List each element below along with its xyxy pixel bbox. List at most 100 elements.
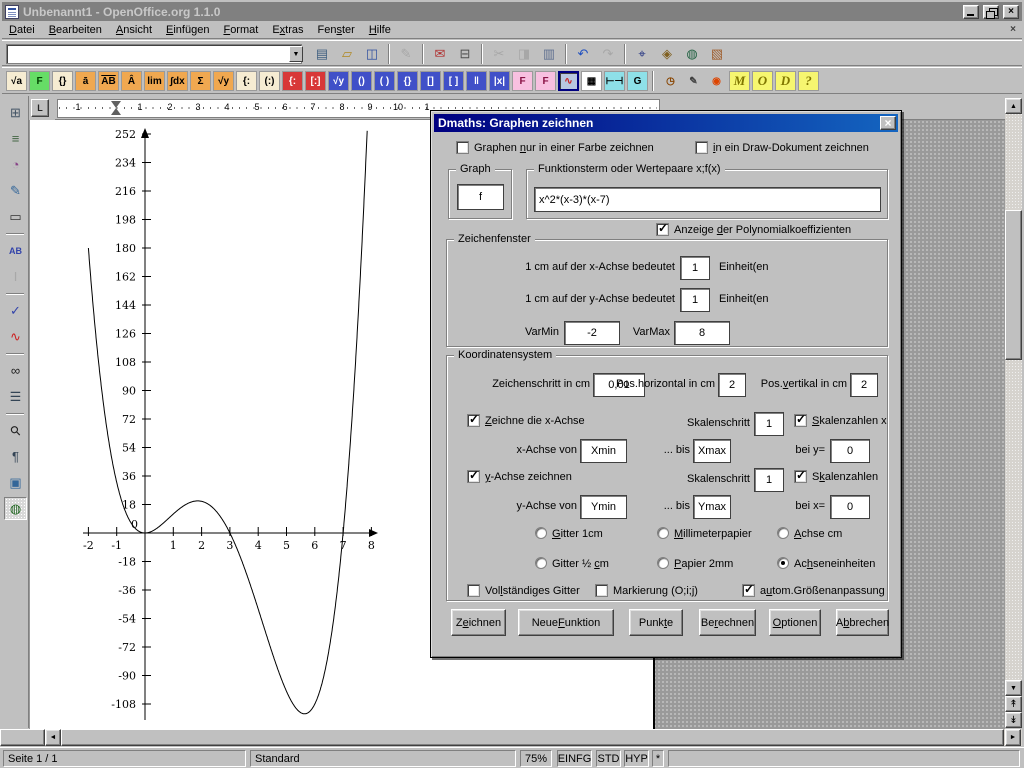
url-combobox[interactable]: ▼ — [6, 44, 302, 64]
blue-braces-icon[interactable]: {} — [397, 71, 418, 91]
maths-o-icon[interactable]: O — [752, 71, 773, 91]
vector-icon[interactable]: ā — [75, 71, 96, 91]
segment-ab-icon[interactable]: AB — [98, 71, 119, 91]
status-zoom[interactable]: 75% — [520, 750, 552, 767]
spiral-icon[interactable]: ◉ — [706, 71, 727, 91]
close-document-icon[interactable]: × — [1006, 23, 1020, 36]
restore-button[interactable] — [983, 5, 999, 19]
sqrt-a-icon[interactable]: √a — [6, 71, 27, 91]
radio-gitter-halb-cm[interactable]: Gitter ½ cm — [535, 557, 609, 570]
parens-small-icon[interactable]: () — [351, 71, 372, 91]
vertical-scrollbar[interactable]: ▲ ▼ ↟ ↡ — [1005, 98, 1022, 728]
draw-functions-icon[interactable]: ✎ — [4, 179, 27, 202]
function-f-icon[interactable]: F — [29, 71, 50, 91]
axes-icon[interactable]: ⊢⊣ — [604, 71, 625, 91]
horizontal-scrollbar-thumb[interactable] — [61, 729, 1004, 746]
previous-page-icon[interactable]: ↟ — [1005, 696, 1022, 712]
status-selection-mode[interactable]: STD — [596, 750, 621, 767]
status-page[interactable]: Seite 1 / 1 — [3, 750, 246, 767]
sum-icon[interactable]: Σ — [190, 71, 211, 91]
checkbox-skalenzahlen-y[interactable]: Skalenzahlen — [794, 470, 878, 483]
dmaths-help-icon[interactable]: ? — [798, 71, 819, 91]
checkbox-draw-document[interactable]: in ein Draw-Dokument zeichnen — [695, 141, 869, 154]
graph-window-icon[interactable]: ∿ — [558, 71, 579, 91]
abs-icon[interactable]: |x| — [489, 71, 510, 91]
zoom-icon[interactable]: ⚲ — [4, 419, 27, 442]
checkbox-autosize[interactable]: autom.Größenanpassung — [742, 584, 885, 597]
next-page-icon[interactable]: ↡ — [1005, 712, 1022, 728]
scroll-up-icon[interactable]: ▲ — [1005, 98, 1022, 114]
brackets-small-icon[interactable]: [] — [420, 71, 441, 91]
graphics-toggle-icon[interactable]: ▣ — [4, 471, 27, 494]
varmax-field[interactable]: 8 — [674, 321, 730, 345]
insert-table-icon[interactable]: ⊞ — [4, 101, 27, 124]
checkbox-draw-y-axis[interactable]: y-Achse zeichnen — [467, 470, 572, 483]
x-scale-field[interactable]: 1 — [680, 256, 710, 280]
y-from-field[interactable]: Ymin — [580, 495, 627, 519]
bei-y-field[interactable]: 0 — [830, 439, 870, 463]
skalenschritt-y-field[interactable]: 1 — [754, 468, 784, 492]
maths-m-icon[interactable]: M — [729, 71, 750, 91]
pink-f-cursor-icon[interactable]: F — [535, 71, 556, 91]
skalenschritt-x-field[interactable]: 1 — [754, 412, 784, 436]
minimize-button[interactable] — [963, 5, 979, 19]
menu-extras[interactable]: Extras — [265, 23, 310, 37]
online-layout-icon[interactable]: ◍ — [4, 497, 27, 520]
autotext-icon[interactable]: AB — [4, 239, 27, 262]
paste-icon[interactable]: ▥ — [537, 43, 561, 65]
maths-d-icon[interactable]: D — [775, 71, 796, 91]
zeichnen-button[interactable]: Zeichnen — [451, 609, 506, 636]
optionen-button[interactable]: Optionen — [769, 609, 821, 636]
form-icon[interactable]: ▭ — [4, 205, 27, 228]
dialog-close-icon[interactable]: × — [880, 116, 896, 130]
menu-ansicht[interactable]: Ansicht — [109, 23, 159, 37]
hyperlink-icon[interactable]: ◍ — [680, 43, 704, 65]
signature-icon[interactable]: ✎ — [683, 71, 704, 91]
x-to-field[interactable]: Xmax — [693, 439, 731, 463]
menu-fenster[interactable]: Fenster — [311, 23, 362, 37]
limit-icon[interactable]: lim — [144, 71, 165, 91]
checkbox-markierung[interactable]: Markierung (O;i;j) — [595, 584, 698, 597]
pos-horizontal-field[interactable]: 2 — [718, 373, 746, 397]
new-document-icon[interactable]: ▤ — [310, 43, 334, 65]
checkbox-vollstaendiges-gitter[interactable]: Vollständiges Gitter — [467, 584, 580, 597]
scroll-down-icon[interactable]: ▼ — [1005, 680, 1022, 696]
checkbox-draw-x-axis[interactable]: Zeichne die x-Achse — [467, 414, 585, 427]
save-icon[interactable]: ◫ — [360, 43, 384, 65]
red-bracket-icon[interactable]: [:] — [305, 71, 326, 91]
radio-millimeterpapier[interactable]: Millimeterpapier — [657, 527, 752, 540]
dialog-titlebar[interactable]: Dmaths: Graphen zeichnen × — [434, 114, 898, 132]
nonprinting-chars-icon[interactable]: ¶ — [4, 445, 27, 468]
radio-gitter-1cm[interactable]: Gitter 1cm — [535, 527, 603, 540]
compass-icon[interactable]: ◷ — [660, 71, 681, 91]
grid-icon[interactable]: ▦ — [581, 71, 602, 91]
window-titlebar[interactable]: Unbenannt1 - OpenOffice.org 1.1.0 × — [2, 2, 1022, 21]
radio-achse-cm[interactable]: Achse cm — [777, 527, 842, 540]
brackets-icon[interactable]: [ ] — [443, 71, 464, 91]
scroll-left-icon[interactable]: ◄ — [45, 729, 61, 746]
x-from-field[interactable]: Xmin — [580, 439, 627, 463]
neue-funktion-button[interactable]: Neue Funktion — [518, 609, 614, 636]
radio-achseneinheiten[interactable]: Achseneinheiten — [777, 557, 875, 570]
berechnen-button[interactable]: Berechnen — [699, 609, 756, 636]
checkbox-one-color[interactable]: Graphen nur in einer Farbe zeichnen — [456, 141, 654, 154]
braces-icon[interactable]: {} — [52, 71, 73, 91]
angle-icon[interactable]: Â — [121, 71, 142, 91]
pink-f-icon[interactable]: F — [512, 71, 533, 91]
status-insert-mode[interactable]: EINFG — [557, 750, 592, 767]
norm-icon[interactable]: ‖ — [466, 71, 487, 91]
app-icon[interactable] — [5, 5, 19, 19]
combobox-dropdown-icon[interactable]: ▼ — [289, 46, 303, 62]
checkbox-polynomial-coefficients[interactable]: Anzeige der Polynomialkoeffizienten — [656, 223, 851, 236]
brace-colon-icon[interactable]: {: — [236, 71, 257, 91]
paren-colon-icon[interactable]: (:) — [259, 71, 280, 91]
spellcheck-icon[interactable]: ✓ — [4, 299, 27, 322]
punkte-button[interactable]: Punkte — [629, 609, 683, 636]
scroll-right-icon[interactable]: ► — [1005, 729, 1021, 746]
abbrechen-button[interactable]: Abbrechen — [836, 609, 889, 636]
menu-format[interactable]: Format — [216, 23, 265, 37]
varmin-field[interactable]: -2 — [564, 321, 620, 345]
y-scale-field[interactable]: 1 — [680, 288, 710, 312]
horizontal-scrollbar[interactable]: ◄ ► — [45, 729, 1022, 746]
close-button[interactable]: × — [1003, 5, 1019, 19]
